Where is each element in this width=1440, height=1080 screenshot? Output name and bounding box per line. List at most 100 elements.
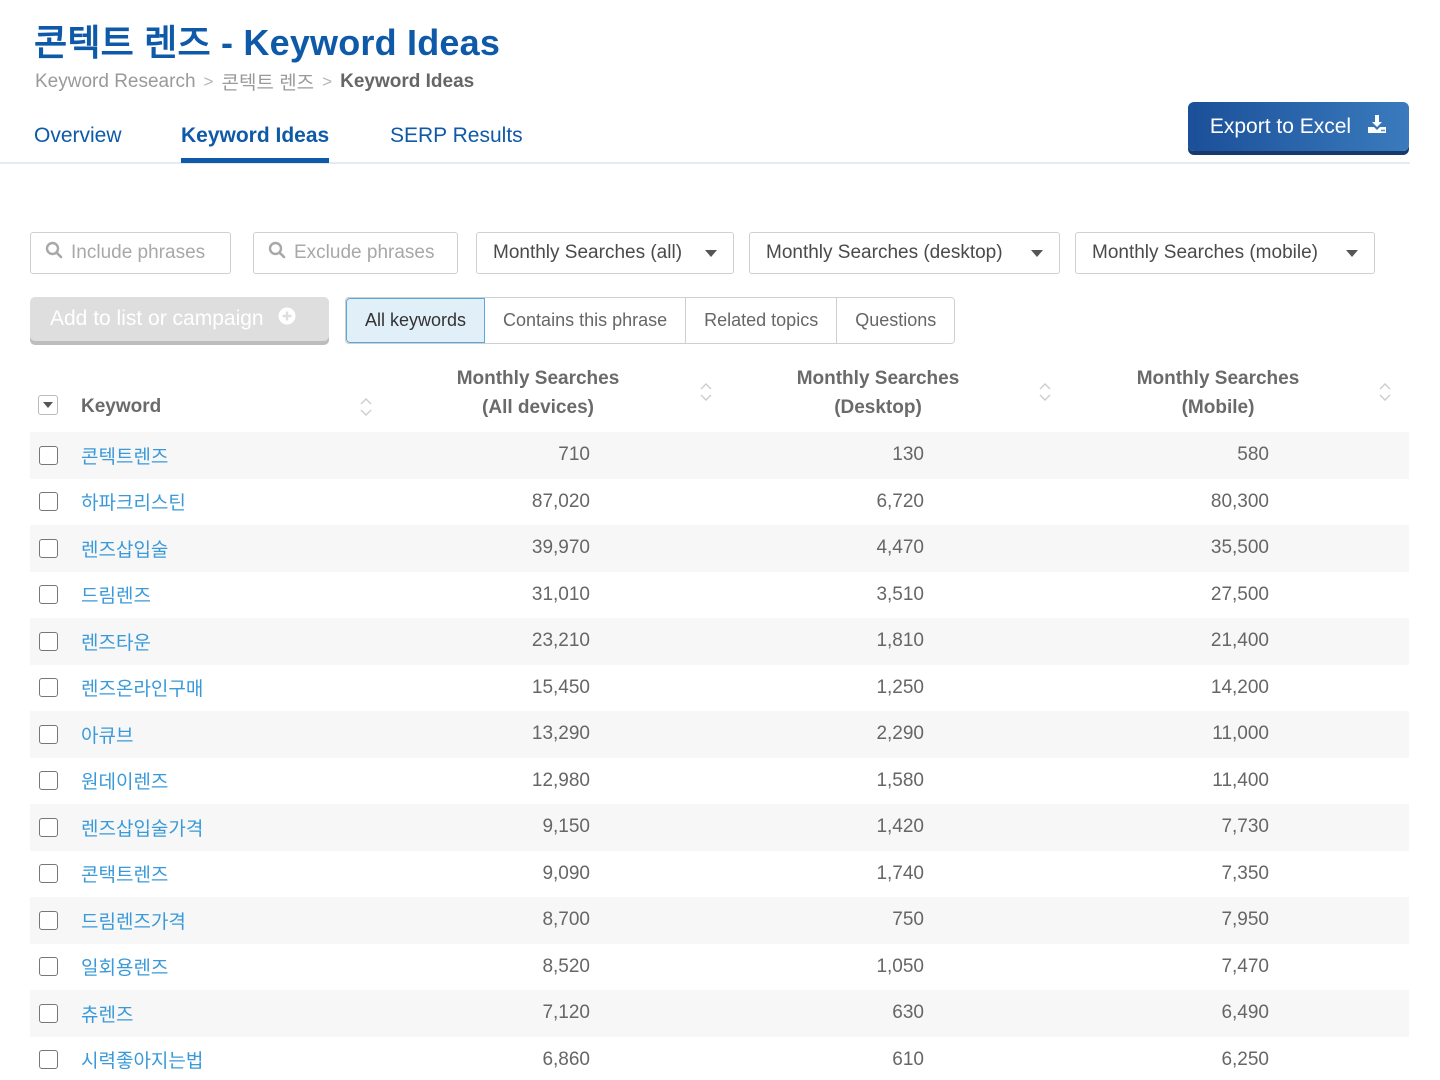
breadcrumb-keyword-research[interactable]: Keyword Research — [35, 71, 196, 93]
row-checkbox[interactable] — [39, 1050, 58, 1070]
monthly-searches-mobile: 7,470 — [1221, 955, 1269, 977]
keyword-link[interactable]: 렌즈온라인구매 — [81, 674, 203, 701]
keyword-link[interactable]: 시력좋아지는법 — [81, 1046, 203, 1073]
row-checkbox[interactable] — [39, 771, 58, 791]
add-to-list-button[interactable]: Add to list or campaign — [30, 297, 329, 341]
keyword-link[interactable]: 아큐브 — [81, 721, 133, 748]
add-button-label: Add to list or campaign — [50, 307, 264, 330]
caret-down-icon — [705, 249, 717, 257]
table-row: 콘택트렌즈 9,090 1,740 7,350 — [30, 851, 1409, 898]
row-checkbox[interactable] — [39, 492, 58, 512]
monthly-searches-mobile: 11,400 — [1212, 769, 1269, 791]
plus-circle-icon — [278, 307, 296, 331]
monthly-searches-mobile: 11,000 — [1212, 723, 1269, 745]
row-checkbox[interactable] — [39, 864, 58, 884]
row-checkbox[interactable] — [39, 817, 58, 837]
monthly-searches-mobile: 6,250 — [1221, 1048, 1269, 1070]
monthly-searches-mobile: 7,730 — [1221, 816, 1269, 838]
table-row: 렌즈타운 23,210 1,810 21,400 — [30, 618, 1409, 665]
table-row: 원데이렌즈 12,980 1,580 11,400 — [30, 758, 1409, 805]
sort-icon[interactable] — [1038, 381, 1052, 403]
caret-down-icon — [43, 402, 53, 408]
row-checkbox[interactable] — [39, 445, 58, 465]
monthly-searches-mobile: 6,490 — [1221, 1002, 1269, 1024]
segment-questions[interactable]: Questions — [837, 298, 955, 343]
table-row: 렌즈온라인구매 15,450 1,250 14,200 — [30, 665, 1409, 712]
segment-related-topics[interactable]: Related topics — [686, 298, 838, 343]
monthly-searches-desktop: 630 — [892, 1002, 924, 1024]
row-checkbox[interactable] — [39, 724, 58, 744]
export-button-label: Export to Excel — [1209, 114, 1352, 138]
keyword-link[interactable]: 드림렌즈 — [81, 581, 151, 608]
keyword-link[interactable]: 하파크리스틴 — [81, 488, 186, 515]
monthly-searches-all: 31,010 — [531, 583, 590, 605]
exclude-phrases-input[interactable]: Exclude phrases — [253, 232, 458, 274]
header-line: Monthly Searches — [1136, 368, 1300, 389]
keyword-link[interactable]: 콘텍트렌즈 — [81, 442, 168, 469]
row-checkbox[interactable] — [39, 1003, 58, 1023]
column-header-all-devices[interactable]: Monthly Searches (All devices) — [408, 364, 668, 422]
select-label: Monthly Searches (desktop) — [766, 242, 1003, 263]
search-icon — [45, 241, 63, 265]
export-to-excel-button[interactable]: Export to Excel — [1188, 102, 1409, 151]
monthly-searches-all: 87,020 — [531, 490, 590, 512]
table-row: 아큐브 13,290 2,290 11,000 — [30, 711, 1409, 758]
monthly-searches-all-select[interactable]: Monthly Searches (all) — [476, 232, 734, 274]
sort-icon[interactable] — [1378, 381, 1392, 403]
table-body: 콘텍트렌즈 710 130 580 하파크리스틴 87,020 6,720 80,300 렌… — [30, 432, 1409, 1080]
row-checkbox[interactable] — [39, 631, 58, 651]
row-checkbox[interactable] — [39, 538, 58, 558]
include-phrases-input[interactable]: Include phrases — [30, 232, 231, 274]
row-checkbox[interactable] — [39, 910, 58, 930]
tab-overview[interactable]: Overview — [34, 124, 122, 158]
monthly-searches-all: 7,120 — [542, 1002, 590, 1024]
sort-icon[interactable] — [699, 381, 713, 403]
column-header-mobile[interactable]: Monthly Searches (Mobile) — [1088, 364, 1348, 422]
monthly-searches-mobile: 27,500 — [1210, 583, 1269, 605]
keyword-link[interactable]: 렌즈삽입술가격 — [81, 814, 203, 841]
select-all-dropdown[interactable] — [38, 395, 58, 415]
monthly-searches-desktop: 1,420 — [876, 816, 924, 838]
table-row: 시력좋아지는법 6,860 610 6,250 — [30, 1037, 1409, 1080]
segment-all-keywords[interactable]: All keywords — [346, 298, 486, 343]
table-row: 일회용렌즈 8,520 1,050 7,470 — [30, 944, 1409, 991]
keyword-link[interactable]: 렌즈삽입술 — [81, 535, 168, 562]
caret-down-icon — [1031, 249, 1043, 257]
table-row: 드림렌즈 31,010 3,510 27,500 — [30, 572, 1409, 619]
monthly-searches-mobile-select[interactable]: Monthly Searches (mobile) — [1075, 232, 1375, 274]
header-line: (Mobile) — [1181, 397, 1255, 418]
segment-contains-phrase[interactable]: Contains this phrase — [485, 298, 687, 343]
row-checkbox[interactable] — [39, 585, 58, 605]
search-icon — [268, 241, 286, 265]
monthly-searches-desktop: 4,470 — [876, 537, 924, 559]
select-label: Monthly Searches (all) — [493, 242, 683, 263]
monthly-searches-all: 13,290 — [531, 723, 590, 745]
sort-icon[interactable] — [359, 396, 373, 418]
column-header-keyword[interactable]: Keyword — [81, 392, 161, 421]
keyword-link[interactable]: 드림렌즈가격 — [81, 907, 186, 934]
keyword-link[interactable]: 원데이렌즈 — [81, 767, 168, 794]
row-checkbox[interactable] — [39, 678, 58, 698]
breadcrumb-separator: > — [203, 71, 214, 91]
caret-down-icon — [1346, 249, 1358, 257]
breadcrumb-project[interactable]: 콘텍트 렌즈 — [221, 68, 314, 95]
monthly-searches-desktop: 2,290 — [876, 723, 924, 745]
keyword-link[interactable]: 콘택트렌즈 — [81, 860, 168, 887]
header-line: (Desktop) — [834, 397, 922, 418]
monthly-searches-desktop: 1,740 — [876, 862, 924, 884]
tab-serp-results[interactable]: SERP Results — [390, 124, 523, 158]
monthly-searches-desktop-select[interactable]: Monthly Searches (desktop) — [749, 232, 1060, 274]
table-row: 츄렌즈 7,120 630 6,490 — [30, 990, 1409, 1037]
page-title: 콘텍트 렌즈 - Keyword Ideas — [34, 22, 501, 63]
breadcrumb: Keyword Research > 콘텍트 렌즈 > Keyword Idea… — [35, 68, 474, 95]
column-header-desktop[interactable]: Monthly Searches (Desktop) — [748, 364, 1008, 422]
tab-keyword-ideas[interactable]: Keyword Ideas — [181, 124, 330, 163]
keyword-link[interactable]: 츄렌즈 — [81, 1000, 133, 1027]
keyword-link[interactable]: 일회용렌즈 — [81, 953, 168, 980]
monthly-searches-mobile: 35,500 — [1210, 537, 1269, 559]
row-checkbox[interactable] — [39, 957, 58, 977]
keyword-link[interactable]: 렌즈타운 — [81, 628, 151, 655]
include-phrases-placeholder: Include phrases — [71, 242, 206, 263]
monthly-searches-all: 23,210 — [531, 630, 590, 652]
monthly-searches-all: 39,970 — [531, 537, 590, 559]
